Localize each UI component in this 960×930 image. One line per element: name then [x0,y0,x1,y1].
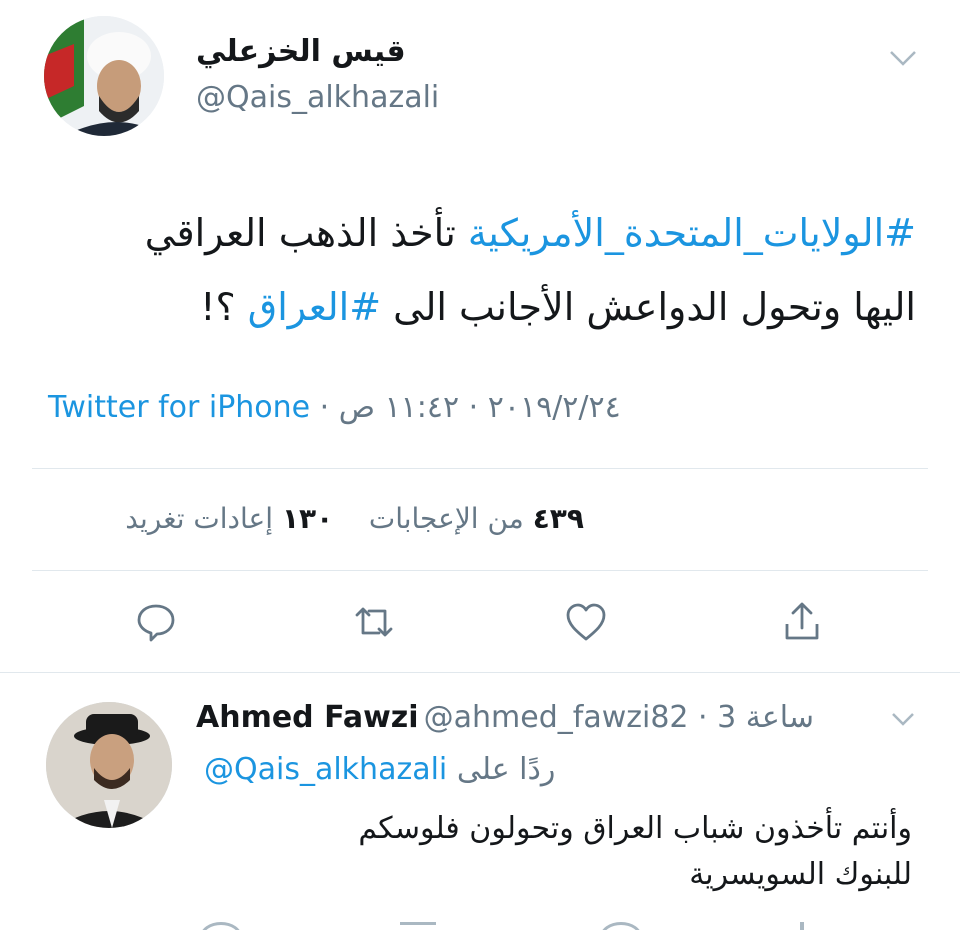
likes-stat[interactable]: ٤٣٩ من الإعجابات [369,502,584,535]
tweet-timestamp: · ٢٠١٩/٢/٢٤ · ١١:٤٢ ص [310,390,621,425]
retweet-button[interactable] [350,598,398,646]
tweet-line-2: اليها وتحول الدواعش الأجانب الى #العراق … [36,270,916,344]
like-button[interactable] [562,598,610,646]
author-name[interactable]: قيس الخزعلي [196,34,406,69]
divider [32,468,928,469]
share-icon [785,602,819,640]
replying-to-handle[interactable]: @Qais_alkhazali [204,752,447,787]
share-icon[interactable] [800,922,804,930]
reply-chevron-down-icon[interactable] [890,710,916,732]
tweet-text-segment: ؟! [200,285,248,329]
reply-author-avatar[interactable] [46,702,172,828]
share-button[interactable] [778,598,826,646]
reply-button[interactable] [132,598,180,646]
heart-icon[interactable] [600,922,642,930]
retweet-icon [355,607,393,637]
reply-time: · 3 ساعة [688,700,814,735]
reply-text-line-1: وأنتم تأخذون شباب العراق وتحولون فلوسكم [358,811,912,846]
chevron-down-icon[interactable] [888,48,918,72]
hashtag-link[interactable]: #العراق [248,285,381,329]
divider [0,672,960,673]
author-handle[interactable]: @Qais_alkhazali [196,80,439,115]
hashtag-link[interactable]: #الولايات_المتحدة_الأمريكية [468,211,916,255]
tweet-source-link[interactable]: Twitter for iPhone [48,390,310,425]
reply-header: Ahmed Fawzi @ahmed_fawzi82 · 3 ساعة [196,700,814,735]
retweets-stat[interactable]: ١٣٠ إعادات تغريد [125,502,333,535]
author-avatar[interactable] [44,16,164,136]
reply-text-line-2: للبنوك السويسرية [689,857,912,892]
reply-icon[interactable] [200,922,242,930]
reply-text: وأنتم تأخذون شباب العراق وتحولون فلوسكم … [212,806,912,898]
replying-to-label: ردًا على [456,752,556,787]
retweet-icon[interactable] [400,922,436,930]
heart-icon [566,603,606,641]
divider [32,570,928,571]
reply-author-name[interactable]: Ahmed Fawzi [196,700,419,735]
reply-actions-partial [0,918,960,930]
tweet-text: #الولايات_المتحدة_الأمريكية تأخذ الذهب ا… [36,196,916,344]
tweet-text-segment: اليها وتحول الدواعش الأجانب الى [381,285,916,329]
tweet-line-1: #الولايات_المتحدة_الأمريكية تأخذ الذهب ا… [36,196,916,270]
reply-author-handle[interactable]: @ahmed_fawzi82 [424,700,689,735]
tweet-text-segment: تأخذ الذهب العراقي [144,211,468,255]
reply-icon [137,604,175,642]
tweet-meta: Twitter for iPhone · ٢٠١٩/٢/٢٤ · ١١:٤٢ ص [48,390,621,425]
engagement-stats: ٤٣٩ من الإعجابات ١٣٠ إعادات تغريد [125,502,584,535]
replying-to: @Qais_alkhazali ردًا على [204,752,555,787]
